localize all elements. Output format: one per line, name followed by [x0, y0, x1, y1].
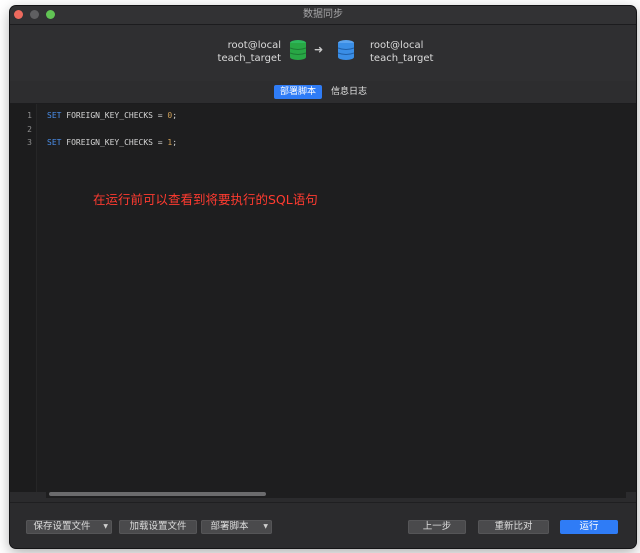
source-connection: root@local teach_target: [216, 39, 281, 65]
line-number: 2: [27, 125, 32, 134]
database-blue-icon: [337, 40, 355, 60]
sql-terminator: ;: [172, 138, 178, 147]
run-button[interactable]: 运行: [560, 520, 618, 534]
sql-editor[interactable]: 1 2 3 SET FOREIGN_KEY_CHECKS = 0; SET FO…: [10, 104, 636, 492]
sync-arrow-icon: ➜: [314, 43, 324, 56]
sql-keyword: SET: [47, 111, 62, 120]
load-settings-button[interactable]: 加载设置文件: [119, 520, 197, 534]
scrollbar-thumb[interactable]: [49, 492, 266, 496]
tab-deploy-script[interactable]: 部署脚本: [274, 85, 323, 99]
annotation-note: 在运行前可以查看到将要执行的SQL语句: [93, 192, 318, 207]
sql-text: FOREIGN_KEY_CHECKS =: [61, 138, 168, 147]
footer-toolbar: 保存设置文件 ▼ 加载设置文件 部署脚本 ▼ 上一步 重新比对 运行: [10, 502, 636, 548]
code-line: SET FOREIGN_KEY_CHECKS = 0;: [47, 111, 177, 120]
line-number: 1: [27, 111, 32, 120]
previous-step-button[interactable]: 上一步: [408, 520, 466, 534]
horizontal-scrollbar[interactable]: [46, 490, 626, 498]
sql-keyword: SET: [47, 138, 62, 147]
target-database: teach_target: [370, 53, 434, 64]
tab-info-log[interactable]: 信息日志: [325, 85, 373, 99]
target-connection: root@local teach_target: [370, 39, 460, 65]
tab-bar: 部署脚本 信息日志: [10, 81, 636, 104]
source-database: teach_target: [217, 53, 281, 64]
dropdown-caret-icon: ▼: [103, 523, 108, 530]
recompare-button[interactable]: 重新比对: [478, 520, 549, 534]
title-bar: 数据同步: [10, 6, 636, 25]
source-user: root@local: [227, 40, 281, 51]
window-title: 数据同步: [303, 9, 343, 20]
save-settings-label: 保存设置文件: [33, 521, 91, 532]
database-green-icon: [289, 40, 307, 60]
line-number-gutter: 1 2 3: [10, 104, 37, 492]
dropdown-caret-icon: ▼: [263, 523, 268, 530]
deploy-script-label: 部署脚本: [210, 521, 249, 532]
line-number: 3: [27, 138, 32, 147]
deploy-script-button[interactable]: 部署脚本 ▼: [201, 520, 272, 534]
sql-text: FOREIGN_KEY_CHECKS =: [61, 111, 168, 120]
code-line: SET FOREIGN_KEY_CHECKS = 1;: [47, 138, 177, 147]
connection-header: root@local teach_target ➜ root@local tea…: [10, 25, 636, 82]
data-sync-window: 数据同步 root@local teach_target ➜ root@loca…: [10, 6, 636, 548]
sql-terminator: ;: [172, 111, 178, 120]
save-settings-button[interactable]: 保存设置文件 ▼: [26, 520, 112, 534]
target-user: root@local: [370, 40, 424, 51]
